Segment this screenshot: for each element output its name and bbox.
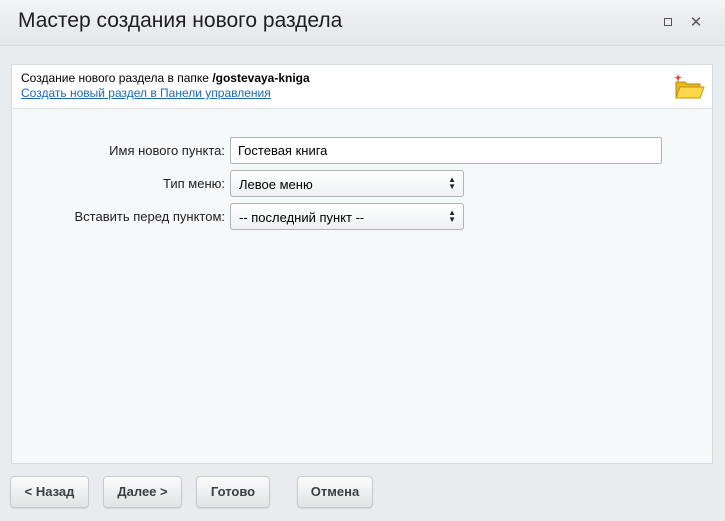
wizard-header: Создание нового раздела в папке /gosteva…	[12, 65, 712, 109]
select-arrows-icon: ▲ ▼	[448, 208, 456, 224]
folder-path: /gostevaya-kniga	[212, 71, 310, 85]
dialog-title: Мастер создания нового раздела	[18, 9, 343, 32]
insert-before-select[interactable]: -- последний пункт -- ▲ ▼	[230, 203, 464, 230]
new-folder-icon	[674, 74, 705, 99]
menu-type-select[interactable]: Левое меню ▲ ▼	[230, 170, 464, 197]
menu-type-value: Левое меню	[239, 177, 313, 192]
folder-info: Создание нового раздела в папке /gosteva…	[21, 71, 310, 85]
insert-before-label: Вставить перед пунктом:	[74, 209, 226, 224]
maximize-icon[interactable]	[659, 13, 677, 31]
wizard-panel: Создание нового раздела в папке /gosteva…	[11, 64, 713, 464]
next-button[interactable]: Далее >	[103, 476, 182, 508]
back-button[interactable]: < Назад	[10, 476, 89, 508]
close-icon[interactable]: ✕	[687, 13, 705, 31]
select-arrows-icon: ▲ ▼	[448, 175, 456, 191]
name-row: Имя нового пункта:	[12, 137, 712, 165]
folder-info-prefix: Создание нового раздела в папке	[21, 71, 213, 85]
insert-before-row: Вставить перед пунктом: -- последний пун…	[12, 203, 712, 231]
dialog-titlebar: Мастер создания нового раздела ✕	[0, 0, 725, 46]
control-panel-link[interactable]: Создать новый раздел в Панели управления	[21, 86, 271, 100]
insert-before-value: -- последний пункт --	[239, 210, 365, 225]
name-label: Имя нового пункта:	[109, 143, 225, 158]
done-button[interactable]: Готово	[196, 476, 270, 508]
name-input[interactable]	[230, 137, 662, 164]
menu-type-label: Тип меню:	[163, 176, 225, 191]
menu-type-row: Тип меню: Левое меню ▲ ▼	[12, 170, 712, 198]
cancel-button[interactable]: Отмена	[297, 476, 373, 508]
